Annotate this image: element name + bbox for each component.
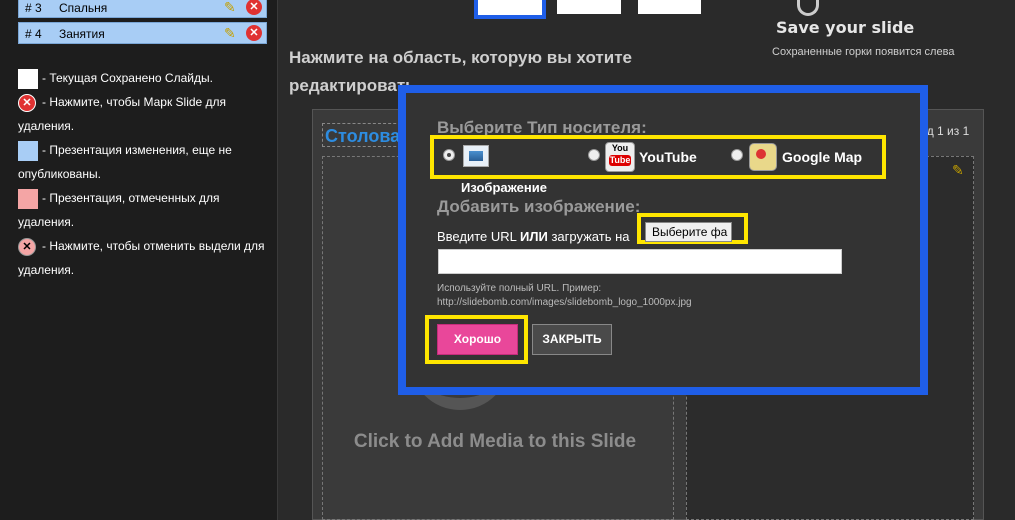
- radio-youtube[interactable]: [588, 149, 600, 161]
- radio-image[interactable]: [443, 149, 455, 161]
- slide-thumbnail-active[interactable]: [474, 0, 546, 19]
- slide-number: # 3: [25, 1, 42, 15]
- legend-item-undo: ✕ - Нажмите, чтобы отменить выдели для уд…: [18, 237, 265, 277]
- pencil-icon[interactable]: ✎: [952, 162, 964, 179]
- pencil-icon[interactable]: ✎: [224, 0, 240, 15]
- slide-thumbnail[interactable]: [557, 0, 621, 14]
- image-icon[interactable]: [463, 145, 489, 167]
- slide-list-item[interactable]: # 4 Занятия ✎ ✕: [18, 22, 267, 44]
- slide-name: Спальня: [59, 1, 108, 15]
- slide-name: Занятия: [59, 27, 105, 41]
- slide-list-item[interactable]: # 3 Спальня ✎ ✕: [18, 0, 267, 18]
- ok-button[interactable]: Хорошо: [437, 324, 518, 355]
- add-image-heading: Добавить изображение:: [437, 197, 641, 216]
- delete-icon[interactable]: ✕: [246, 0, 262, 15]
- radio-google-map[interactable]: [731, 149, 743, 161]
- url-hint: Используйте полный URL. Пример: http://sl…: [437, 283, 692, 308]
- youtube-icon[interactable]: You Tube: [605, 142, 635, 172]
- save-subtitle: Сохраненные горки появится слева: [772, 46, 955, 58]
- google-map-icon[interactable]: [749, 143, 777, 171]
- google-map-option-label[interactable]: Google Map: [782, 149, 862, 165]
- undo-delete-icon: ✕: [18, 237, 36, 256]
- sidebar: # 3 Спальня ✎ ✕ # 4 Занятия ✎ ✕ - Текуща…: [0, 0, 278, 520]
- pink-swatch-icon: [18, 188, 38, 209]
- slide-number: # 4: [25, 27, 42, 41]
- image-option-label[interactable]: Изображение: [461, 180, 547, 195]
- close-button[interactable]: ЗАКРЫТЬ: [532, 324, 612, 355]
- add-media-label[interactable]: Click to Add Media to this Slide: [322, 430, 668, 454]
- url-instruction: Введите URL ИЛИ загружать на: [437, 229, 630, 244]
- legend-item-unpublished: - Презентация изменения, еще не опублико…: [18, 138, 268, 186]
- delete-icon: ✕: [18, 93, 36, 112]
- legend-item-marked: - Презентация, отмеченных для удаления.: [18, 186, 268, 234]
- slide-thumbnail[interactable]: [638, 0, 701, 14]
- legend-item-saved: - Текущая Сохранено Слайды.: [18, 66, 268, 90]
- youtube-option-label[interactable]: YouTube: [639, 149, 697, 165]
- save-title[interactable]: Save your slide: [776, 18, 914, 37]
- legend-item-mark-delete: ✕ - Нажмите, чтобы Марк Slide для удалени…: [18, 93, 227, 133]
- choose-file-button[interactable]: Выберите фа: [645, 222, 732, 242]
- pencil-icon[interactable]: ✎: [224, 25, 240, 41]
- url-input[interactable]: [438, 249, 842, 274]
- white-swatch-icon: [18, 68, 38, 89]
- delete-icon[interactable]: ✕: [246, 25, 262, 41]
- blue-swatch-icon: [18, 140, 38, 161]
